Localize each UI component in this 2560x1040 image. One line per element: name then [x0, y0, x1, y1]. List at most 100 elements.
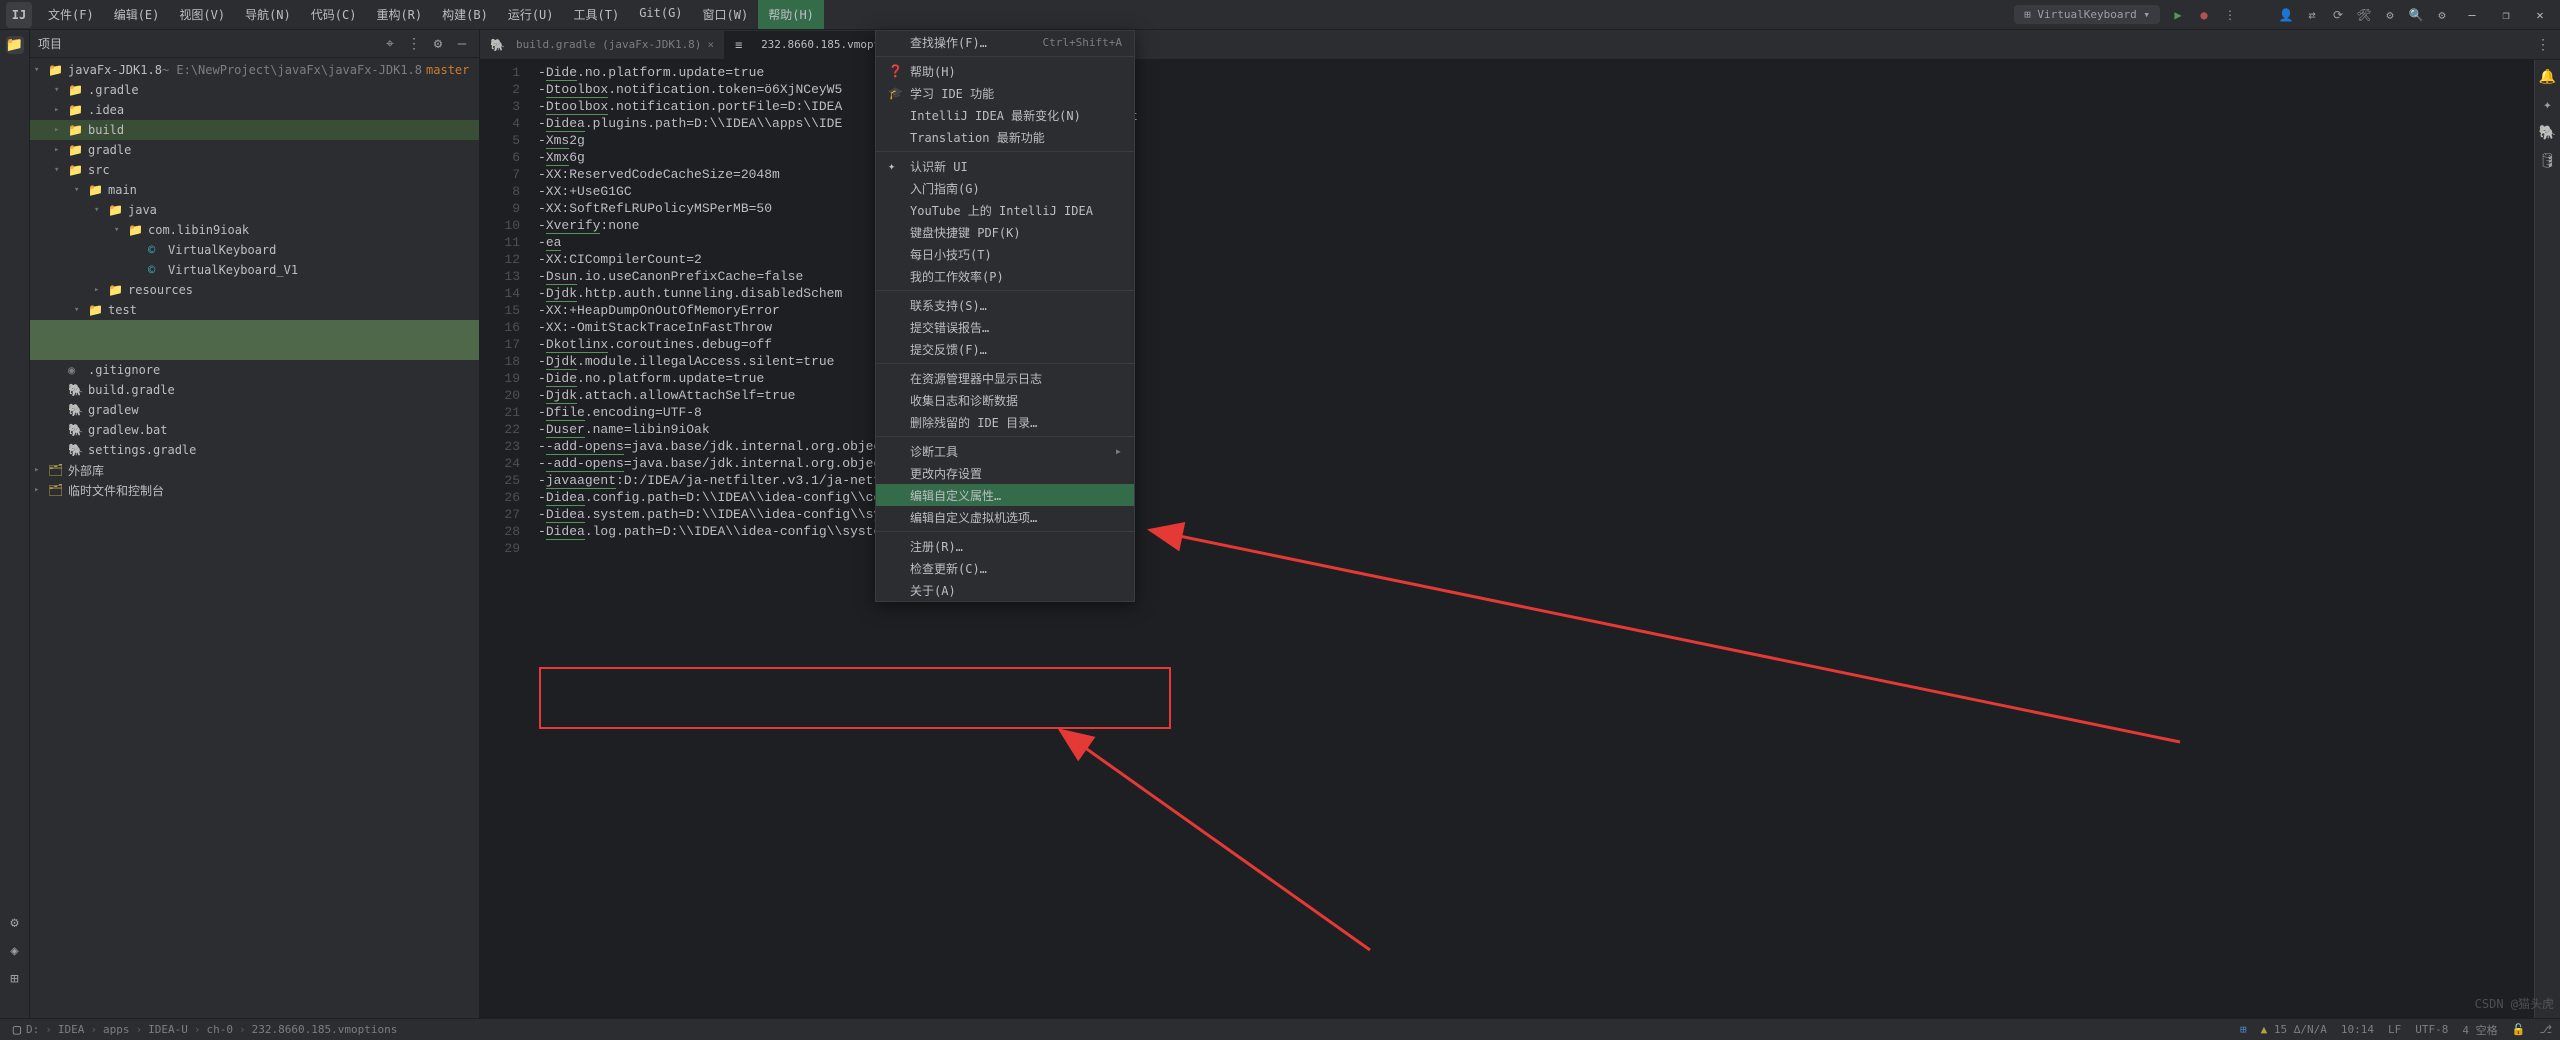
- notifications-icon[interactable]: 🔔: [2539, 68, 2557, 86]
- run-button-icon[interactable]: ▶: [2170, 7, 2186, 23]
- tree-row[interactable]: ©VirtualKeyboard: [30, 240, 479, 260]
- update-icon[interactable]: ⇄: [2304, 7, 2320, 23]
- tree-row[interactable]: [30, 320, 479, 340]
- tabs-more-icon[interactable]: ⋮: [2534, 36, 2552, 54]
- code-content[interactable]: -Dide.no.platform.update=true-Dtoolbox.n…: [530, 60, 2534, 1018]
- structure-icon[interactable]: ⚙: [6, 914, 24, 932]
- help-menu-item[interactable]: IntelliJ IDEA 最新变化(N): [876, 104, 1134, 126]
- tree-row[interactable]: ▾📁test: [30, 300, 479, 320]
- debug-button-icon[interactable]: ●: [2196, 7, 2212, 23]
- help-menu-item[interactable]: 删除残留的 IDE 目录…: [876, 411, 1134, 433]
- tree-row[interactable]: 🐘gradlew: [30, 400, 479, 420]
- window-restore[interactable]: ❐: [2494, 4, 2518, 26]
- close-tab-icon[interactable]: ×: [707, 38, 714, 51]
- gradle-icon[interactable]: 🐘: [2539, 124, 2557, 142]
- breadcrumb-item[interactable]: 232.8660.185.vmoptions: [252, 1023, 398, 1036]
- select-opened-file-icon[interactable]: ⌖: [381, 35, 399, 53]
- help-menu-item[interactable]: ✦认识新 UI: [876, 155, 1134, 177]
- tree-row[interactable]: 🐘settings.gradle: [30, 440, 479, 460]
- bookmarks-icon[interactable]: ◈: [6, 942, 24, 960]
- tree-row[interactable]: ▾📁java: [30, 200, 479, 220]
- tree-row[interactable]: 🐘build.gradle: [30, 380, 479, 400]
- menu-refactor[interactable]: 重构(R): [366, 0, 432, 29]
- help-menu-item[interactable]: YouTube 上的 IntelliJ IDEA: [876, 199, 1134, 221]
- indent-setting[interactable]: 4 空格: [2462, 1022, 2497, 1038]
- tree-row[interactable]: ▾📁main: [30, 180, 479, 200]
- help-dropdown[interactable]: 查找操作(F)…Ctrl+Shift+A ❓帮助(H)🎓学习 IDE 功能Inte…: [875, 30, 1135, 602]
- menu-navigate[interactable]: 导航(N): [235, 0, 301, 29]
- help-menu-item[interactable]: Translation 最新功能: [876, 126, 1134, 148]
- project-tree[interactable]: ▾ 📁 javaFx-JDK1.8 ~ E:\NewProject\javaFx…: [30, 58, 479, 502]
- readonly-toggle-icon[interactable]: 🔓: [2512, 1023, 2526, 1036]
- help-menu-item[interactable]: 注册(R)…: [876, 535, 1134, 557]
- menu-view[interactable]: 视图(V): [169, 0, 235, 29]
- gear-icon[interactable]: ⚙: [2382, 7, 2398, 23]
- database-icon[interactable]: 🛢: [2539, 152, 2557, 170]
- tree-row[interactable]: ▸📁build: [30, 120, 479, 140]
- tree-row[interactable]: ▾📁com.libin9ioak: [30, 220, 479, 240]
- window-close[interactable]: ✕: [2528, 4, 2552, 26]
- inspection-status[interactable]: ▲ 15 ∆/N/A: [2261, 1023, 2327, 1036]
- git-branch-icon[interactable]: ⎇: [2539, 1023, 2552, 1036]
- tree-row[interactable]: ▾📁src: [30, 160, 479, 180]
- help-menu-item[interactable]: 提交反馈(F)…: [876, 338, 1134, 360]
- help-menu-item[interactable]: 编辑自定义属性…: [876, 484, 1134, 506]
- window-minimize[interactable]: —: [2460, 4, 2484, 26]
- editor-tab[interactable]: 🐘build.gradle (javaFx-JDK1.8)×: [480, 31, 725, 59]
- help-menu-item[interactable]: ❓帮助(H): [876, 60, 1134, 82]
- tree-row[interactable]: ▸🗂临时文件和控制台: [30, 480, 479, 500]
- tree-row[interactable]: ▸📁.idea: [30, 100, 479, 120]
- tree-row[interactable]: ▾📁.gradle: [30, 80, 479, 100]
- breadcrumb-item[interactable]: apps: [103, 1023, 130, 1036]
- help-menu-item[interactable]: 🎓学习 IDE 功能: [876, 82, 1134, 104]
- menu-window[interactable]: 窗口(W): [693, 0, 759, 29]
- tree-row[interactable]: ©VirtualKeyboard_V1: [30, 260, 479, 280]
- tree-row[interactable]: 🐘gradlew.bat: [30, 420, 479, 440]
- breadcrumb-item[interactable]: IDEA: [58, 1023, 85, 1036]
- tree-row[interactable]: ▸🗂外部库: [30, 460, 479, 480]
- project-tool-icon[interactable]: 📁: [6, 36, 24, 54]
- menu-build[interactable]: 构建(B): [432, 0, 498, 29]
- help-menu-item[interactable]: 更改内存设置: [876, 462, 1134, 484]
- tree-row[interactable]: [30, 340, 479, 360]
- file-encoding[interactable]: UTF-8: [2415, 1023, 2448, 1036]
- breadcrumb-item[interactable]: ch-0: [207, 1023, 234, 1036]
- breadcrumb-item[interactable]: IDEA-U: [148, 1023, 188, 1036]
- help-menu-item[interactable]: 键盘快捷键 PDF(K): [876, 221, 1134, 243]
- sync-icon[interactable]: ⟳: [2330, 7, 2346, 23]
- hide-panel-icon[interactable]: —: [453, 35, 471, 53]
- help-menu-item[interactable]: 编辑自定义虚拟机选项…: [876, 506, 1134, 528]
- menu-tools[interactable]: 工具(T): [564, 0, 630, 29]
- tree-row[interactable]: ▸📁gradle: [30, 140, 479, 160]
- tree-row[interactable]: ▸📁resources: [30, 280, 479, 300]
- help-menu-item[interactable]: 收集日志和诊断数据: [876, 389, 1134, 411]
- help-menu-item[interactable]: 查找操作(F)…Ctrl+Shift+A: [876, 31, 1134, 53]
- tree-row[interactable]: ◉.gitignore: [30, 360, 479, 380]
- menu-help[interactable]: 帮助(H): [758, 0, 824, 29]
- todo-icon[interactable]: ⊞: [6, 970, 24, 988]
- tool-window-icon[interactable]: ▢: [8, 1021, 26, 1039]
- settings-panel-icon[interactable]: ⚙: [429, 35, 447, 53]
- menu-run[interactable]: 运行(U): [498, 0, 564, 29]
- help-menu-item[interactable]: 检查更新(C)…: [876, 557, 1134, 579]
- app-logo[interactable]: IJ: [6, 2, 32, 28]
- more-run-icon[interactable]: ⋮: [2222, 7, 2238, 23]
- ai-assistant-icon[interactable]: ✦: [2539, 96, 2557, 114]
- search-icon[interactable]: 🔍: [2408, 7, 2424, 23]
- breadcrumbs[interactable]: D: › IDEA › apps › IDEA-U › ch-0 › 232.8…: [26, 1023, 397, 1036]
- breadcrumb-item[interactable]: D:: [26, 1023, 39, 1036]
- editor[interactable]: 1234567891011121314151617181920212223242…: [480, 60, 2560, 1018]
- run-config-selector[interactable]: ⊞ VirtualKeyboard ▾: [2014, 5, 2160, 24]
- help-menu-item[interactable]: 联系支持(S)…: [876, 294, 1134, 316]
- help-menu-item[interactable]: 入门指南(G): [876, 177, 1134, 199]
- menu-file[interactable]: 文件(F): [38, 0, 104, 29]
- help-menu-item[interactable]: 每日小技巧(T): [876, 243, 1134, 265]
- help-menu-item[interactable]: 在资源管理器中显示日志: [876, 367, 1134, 389]
- expand-all-icon[interactable]: ⋮: [405, 35, 423, 53]
- help-menu-item[interactable]: 关于(A): [876, 579, 1134, 601]
- help-menu-item[interactable]: 提交错误报告…: [876, 316, 1134, 338]
- cwm-icon[interactable]: 👤: [2278, 7, 2294, 23]
- tree-root[interactable]: ▾ 📁 javaFx-JDK1.8 ~ E:\NewProject\javaFx…: [30, 60, 479, 80]
- menu-code[interactable]: 代码(C): [301, 0, 367, 29]
- cursor-position[interactable]: 10:14: [2341, 1023, 2374, 1036]
